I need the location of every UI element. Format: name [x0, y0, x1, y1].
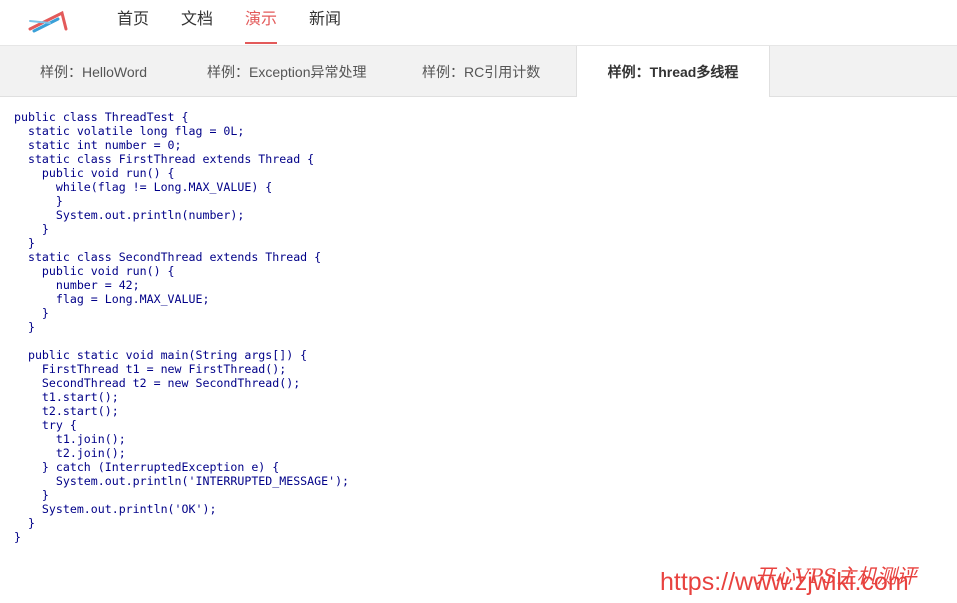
nav-item-home[interactable]: 首页 [117, 10, 149, 44]
code-line: t1.join(); [14, 432, 126, 446]
code-line: t2.join(); [14, 446, 126, 460]
code-line: static class FirstThread extends Thread … [14, 152, 315, 166]
code-line: } [14, 530, 21, 544]
code-line: while(flag != Long.MAX_VALUE) { [14, 180, 273, 194]
code-line: System.out.println('INTERRUPTED_MESSAGE'… [14, 474, 350, 488]
code-line: } [14, 306, 49, 320]
code-line: } [14, 236, 35, 250]
code-line: SecondThread t2 = new SecondThread(); [14, 376, 301, 390]
tab-exception[interactable]: 样例：Exception异常处理 [207, 46, 366, 96]
code-line: try { [14, 418, 77, 432]
code-line: public void run() { [14, 166, 175, 180]
code-line: } [14, 222, 49, 236]
code-line: } [14, 320, 35, 334]
nav-item-docs[interactable]: 文档 [181, 10, 213, 44]
code-line: } [14, 516, 35, 530]
code-line: System.out.println(number); [14, 208, 245, 222]
code-line: number = 42; [14, 278, 140, 292]
code-line: public void run() { [14, 264, 175, 278]
example-tab-bar: 样例：HelloWord 样例：Exception异常处理 样例：RC引用计数 … [0, 45, 957, 97]
code-line: t2.start(); [14, 404, 119, 418]
code-line: t1.start(); [14, 390, 119, 404]
code-line: public static void main(String args[]) { [14, 348, 308, 362]
watermark: 开心VPS主机测评 https://www.zjwiki.com [660, 564, 917, 597]
code-line: FirstThread t1 = new FirstThread(); [14, 362, 287, 376]
logo-icon[interactable] [28, 9, 68, 33]
code-line: } catch (InterruptedException e) { [14, 460, 280, 474]
code-line: public class ThreadTest { [14, 110, 189, 124]
tab-thread[interactable]: 样例：Thread多线程 [576, 46, 770, 97]
code-line: static int number = 0; [14, 138, 182, 152]
code-line: System.out.println('OK'); [14, 502, 217, 516]
tab-rc[interactable]: 样例：RC引用计数 [422, 46, 540, 96]
code-line: static class SecondThread extends Thread… [14, 250, 322, 264]
watermark-cn: 开心VPS主机测评 [755, 564, 917, 588]
code-line: } [14, 194, 63, 208]
top-navigation: 首页 文档 演示 新闻 [0, 0, 957, 45]
tab-helloword[interactable]: 样例：HelloWord [40, 46, 147, 96]
code-line: } [14, 488, 49, 502]
nav-item-demo[interactable]: 演示 [245, 10, 278, 44]
nav-item-news[interactable]: 新闻 [309, 10, 341, 44]
code-block: public class ThreadTest { static volatil… [14, 110, 349, 544]
code-line: static volatile long flag = 0L; [14, 124, 245, 138]
code-line: flag = Long.MAX_VALUE; [14, 292, 210, 306]
